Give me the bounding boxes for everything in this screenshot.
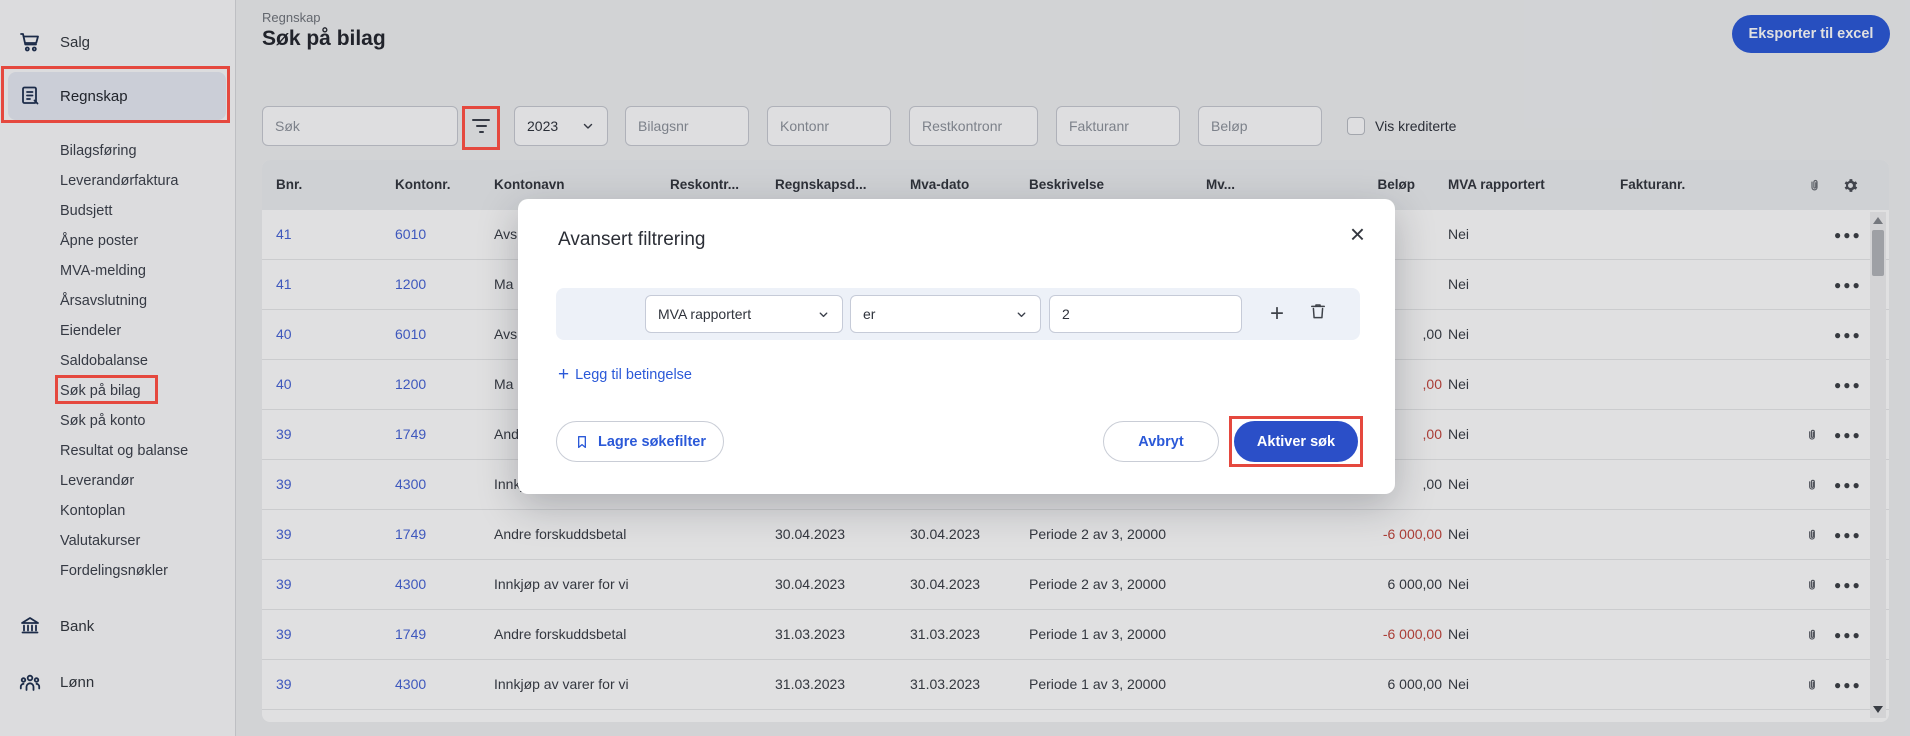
filter-condition-row: MVA rapportert er +	[556, 288, 1360, 340]
condition-operator-value: er	[863, 306, 875, 322]
apply-button-wrap: Aktiver søk	[1234, 421, 1358, 462]
cancel-button[interactable]: Avbryt	[1103, 421, 1219, 462]
modal-title: Avansert filtrering	[558, 229, 706, 251]
condition-value-input[interactable]	[1049, 295, 1242, 333]
aktiver-sok-button[interactable]: Aktiver søk	[1234, 421, 1358, 462]
add-condition-label: Legg til betingelse	[575, 367, 692, 383]
condition-operator-select[interactable]: er	[850, 295, 1041, 333]
save-search-filter-button[interactable]: Lagre søkefilter	[556, 421, 724, 462]
add-condition-plus-icon[interactable]: +	[1270, 298, 1284, 329]
close-icon[interactable]: ×	[1350, 221, 1365, 247]
condition-field-select[interactable]: MVA rapportert	[645, 295, 843, 333]
chevron-down-icon	[817, 308, 830, 321]
condition-field-value: MVA rapportert	[658, 306, 751, 322]
chevron-down-icon	[1015, 308, 1028, 321]
save-search-filter-label: Lagre søkefilter	[598, 434, 706, 450]
app: Salg Regnskap Bilagsføring Leverandørfak…	[0, 0, 1910, 736]
add-condition-link[interactable]: + Legg til betingelse	[558, 364, 692, 386]
plus-icon: +	[558, 364, 569, 386]
advanced-filter-modal: Avansert filtrering × MVA rapportert er …	[518, 199, 1395, 494]
delete-condition-button[interactable]	[1308, 301, 1328, 324]
bookmark-icon	[574, 434, 590, 450]
trash-icon	[1308, 301, 1328, 321]
